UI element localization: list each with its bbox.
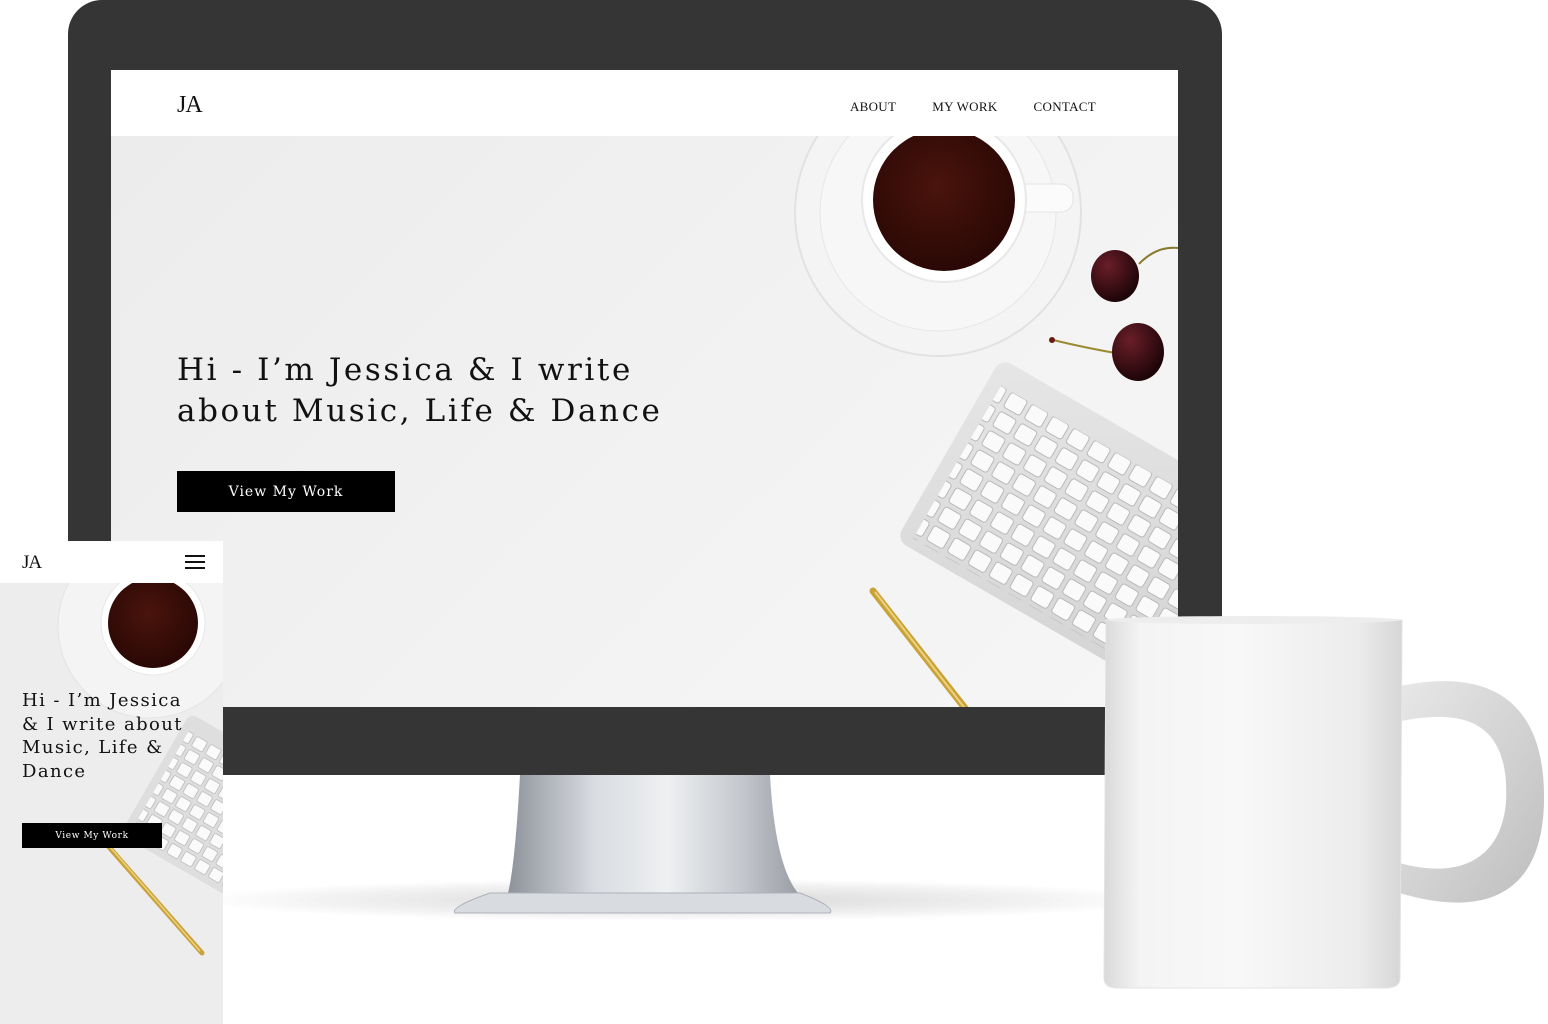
mobile-view-my-work-button[interactable]: View My Work <box>22 823 162 848</box>
coffee-cup <box>794 136 1082 357</box>
nav-about-link[interactable]: ABOUT <box>850 99 896 115</box>
site-header: JA ABOUT MY WORK CONTACT <box>111 70 1178 136</box>
nav-contact-link[interactable]: CONTACT <box>1034 99 1096 115</box>
site-logo[interactable]: JA <box>177 92 203 119</box>
hero-section: Hi - I’m Jessica & I write about Music, … <box>111 136 1178 707</box>
mobile-hero-title: Hi - I’m Jessica & I write about Music, … <box>22 690 183 782</box>
main-nav: ABOUT MY WORK CONTACT <box>850 99 1096 115</box>
nav-my-work-link[interactable]: MY WORK <box>932 99 997 115</box>
mobile-header: JA <box>0 541 223 583</box>
mobile-logo[interactable]: JA <box>22 552 42 574</box>
view-my-work-button[interactable]: View My Work <box>177 471 395 512</box>
gold-pen <box>869 587 969 707</box>
white-mug <box>1103 616 1545 989</box>
hero-title: Hi - I’m Jessica & I write about Music, … <box>177 352 663 429</box>
hamburger-menu-icon[interactable] <box>185 555 205 571</box>
desktop-screen: JA ABOUT MY WORK CONTACT Hi - I’m Jessic… <box>111 70 1178 707</box>
monitor-stand <box>453 775 832 914</box>
mobile-screen: JA Hi - I’m Jessica & I write about Musi… <box>0 541 223 1024</box>
